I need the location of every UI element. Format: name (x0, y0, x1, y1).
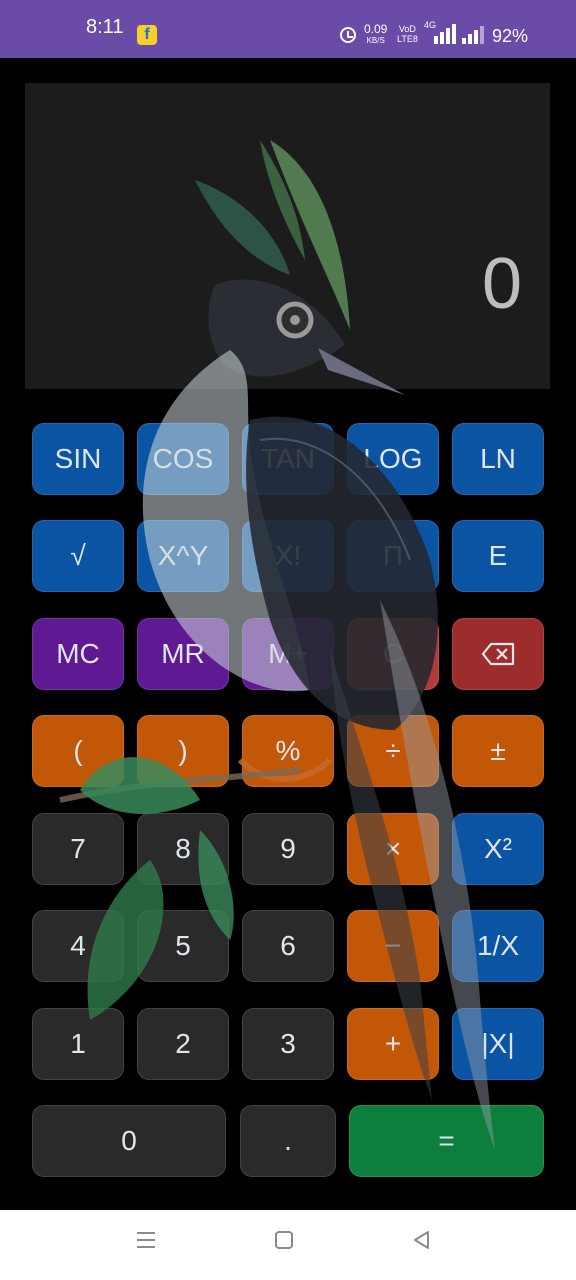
signal-4g-icon: 4G (424, 20, 458, 44)
volte-top: VoD (398, 24, 416, 34)
display-value: 0 (481, 244, 522, 324)
home-icon[interactable] (272, 1228, 296, 1252)
menu-icon[interactable] (134, 1228, 158, 1252)
tan-button[interactable]: TAN (242, 423, 334, 495)
digit-9-button[interactable]: 9 (242, 813, 334, 885)
ln-button[interactable]: LN (452, 423, 544, 495)
digit-7-button[interactable]: 7 (32, 813, 124, 885)
clear-button[interactable]: C (347, 618, 439, 690)
digit-2-button[interactable]: 2 (137, 1008, 229, 1080)
e-button[interactable]: E (452, 520, 544, 592)
plus-minus-button[interactable]: ± (452, 715, 544, 787)
flipkart-icon: f (137, 25, 157, 45)
sqrt-button[interactable]: √ (32, 520, 124, 592)
divide-button[interactable]: ÷ (347, 715, 439, 787)
power-button[interactable]: X^Y (137, 520, 229, 592)
backspace-icon (481, 642, 515, 666)
status-bar: 8:11 f 0.09 KB/S VoD LTE8 4G 92% (0, 0, 576, 58)
backspace-button[interactable] (452, 618, 544, 690)
volte-indicator: VoD LTE8 (397, 24, 418, 44)
status-time: 8:11 (86, 16, 124, 38)
sin-button[interactable]: SIN (32, 423, 124, 495)
digit-3-button[interactable]: 3 (242, 1008, 334, 1080)
cos-button[interactable]: COS (137, 423, 229, 495)
subtract-button[interactable]: − (347, 910, 439, 982)
log-button[interactable]: LOG (347, 423, 439, 495)
factorial-button[interactable]: X! (242, 520, 334, 592)
square-button[interactable]: X² (452, 813, 544, 885)
digit-0-button[interactable]: 0 (32, 1105, 226, 1177)
digit-8-button[interactable]: 8 (137, 813, 229, 885)
memory-clear-button[interactable]: MC (32, 618, 124, 690)
decimal-button[interactable]: . (240, 1105, 336, 1177)
add-button[interactable]: + (347, 1008, 439, 1080)
network-speed: 0.09 KB/S (364, 22, 388, 46)
battery-level: 92% (492, 26, 529, 46)
speed-value: 0.09 (364, 22, 388, 36)
digit-6-button[interactable]: 6 (242, 910, 334, 982)
digit-4-button[interactable]: 4 (32, 910, 124, 982)
alarm-icon (340, 27, 356, 43)
speed-unit: KB/S (366, 36, 385, 45)
equals-button[interactable]: = (349, 1105, 544, 1177)
memory-add-button[interactable]: M+ (242, 618, 334, 690)
percent-button[interactable]: % (242, 715, 334, 787)
pi-button[interactable]: Π (347, 520, 439, 592)
signal-icon (462, 26, 488, 44)
close-paren-button[interactable]: ) (137, 715, 229, 787)
absolute-button[interactable]: |X| (452, 1008, 544, 1080)
back-icon[interactable] (410, 1228, 434, 1252)
open-paren-button[interactable]: ( (32, 715, 124, 787)
calculator-display: 0 (25, 83, 550, 389)
digit-1-button[interactable]: 1 (32, 1008, 124, 1080)
reciprocal-button[interactable]: 1/X (452, 910, 544, 982)
digit-5-button[interactable]: 5 (137, 910, 229, 982)
memory-recall-button[interactable]: MR (137, 618, 229, 690)
volte-bottom: LTE8 (397, 34, 418, 44)
multiply-button[interactable]: × (347, 813, 439, 885)
